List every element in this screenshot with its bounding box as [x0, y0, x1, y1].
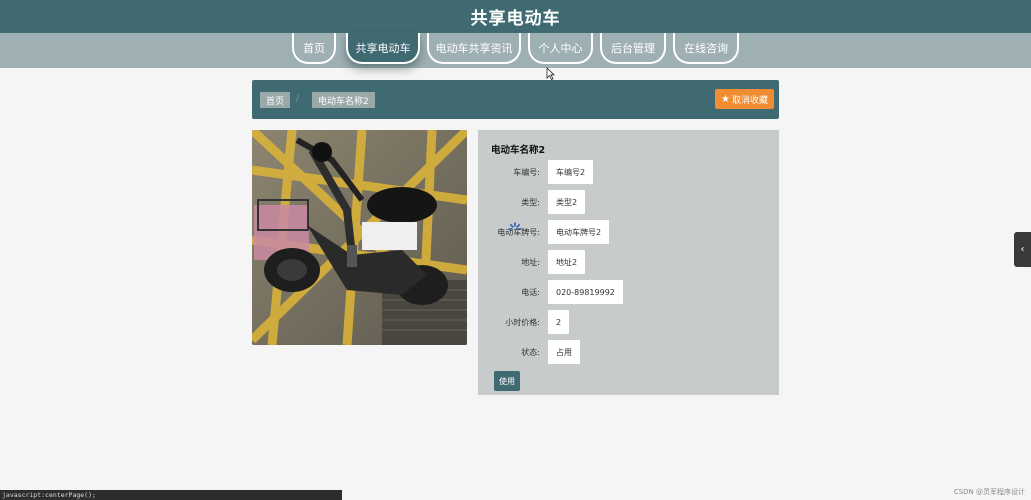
field-value: 类型2 — [548, 190, 586, 214]
breadcrumb-current[interactable]: 电动车名称2 — [312, 92, 375, 108]
detail-panel: 电动车名称2 车编号: 车编号2 类型: 类型2 电动车牌号: 电动车牌号2 地… — [478, 130, 779, 395]
side-panel-toggle[interactable]: ‹ — [1014, 232, 1031, 267]
site-header: 共享电动车 — [0, 0, 1031, 33]
field-row-code: 车编号: 车编号2 — [478, 160, 779, 184]
site-title: 共享电动车 — [470, 9, 561, 29]
field-row-phone: 电话: 020-89819992 — [478, 280, 779, 304]
field-row-address: 地址: 地址2 — [478, 250, 779, 274]
field-label: 状态: — [521, 348, 540, 357]
detail-title: 电动车名称2 — [491, 145, 546, 156]
nav-item-ebike[interactable]: 共享电动车 — [346, 33, 420, 64]
field-label: 小时价格: — [505, 318, 540, 327]
field-value: 020-89819992 — [548, 280, 623, 304]
unfavorite-button[interactable]: ★ 取消收藏 — [715, 89, 774, 109]
nav-item-home[interactable]: 首页 — [292, 33, 336, 64]
browser-status-bar: javascript:centerPage(); — [0, 490, 342, 500]
chevron-left-icon: ‹ — [1020, 244, 1025, 255]
loading-spinner-icon — [508, 222, 522, 230]
field-value: 地址2 — [548, 250, 586, 274]
watermark: CSDN @灵军程序设计 — [953, 488, 1025, 496]
nav-item-admin[interactable]: 后台管理 — [600, 33, 666, 64]
field-value: 占用 — [548, 340, 580, 364]
breadcrumb-separator: / — [296, 94, 300, 104]
field-row-plate: 电动车牌号: 电动车牌号2 — [478, 220, 779, 244]
field-row-price: 小时价格: 2 — [478, 310, 779, 334]
field-label: 类型: — [521, 198, 540, 207]
field-label: 电话: — [521, 288, 540, 297]
breadcrumb-home[interactable]: 首页 — [260, 92, 291, 108]
field-row-status: 状态: 占用 — [478, 340, 779, 364]
nav-item-profile[interactable]: 个人中心 — [528, 33, 593, 64]
unfavorite-label: 取消收藏 — [731, 95, 768, 106]
nav-item-consult[interactable]: 在线咨询 — [673, 33, 739, 64]
field-row-type: 类型: 类型2 — [478, 190, 779, 214]
use-button[interactable]: 使用 — [494, 371, 520, 391]
field-label: 车编号: — [513, 168, 540, 177]
field-label: 地址: — [521, 258, 540, 267]
breadcrumb: 首页 / 电动车名称2 ★ 取消收藏 — [252, 80, 779, 119]
ebike-photo — [252, 130, 467, 345]
field-value: 电动车牌号2 — [548, 220, 610, 244]
field-value: 车编号2 — [548, 160, 594, 184]
main-nav: 首页 共享电动车 电动车共享资讯 个人中心 后台管理 在线咨询 — [0, 33, 1031, 68]
star-icon: ★ — [721, 93, 730, 105]
nav-item-news[interactable]: 电动车共享资讯 — [427, 33, 521, 64]
field-value: 2 — [548, 310, 570, 334]
mouse-pointer-icon — [546, 67, 555, 80]
